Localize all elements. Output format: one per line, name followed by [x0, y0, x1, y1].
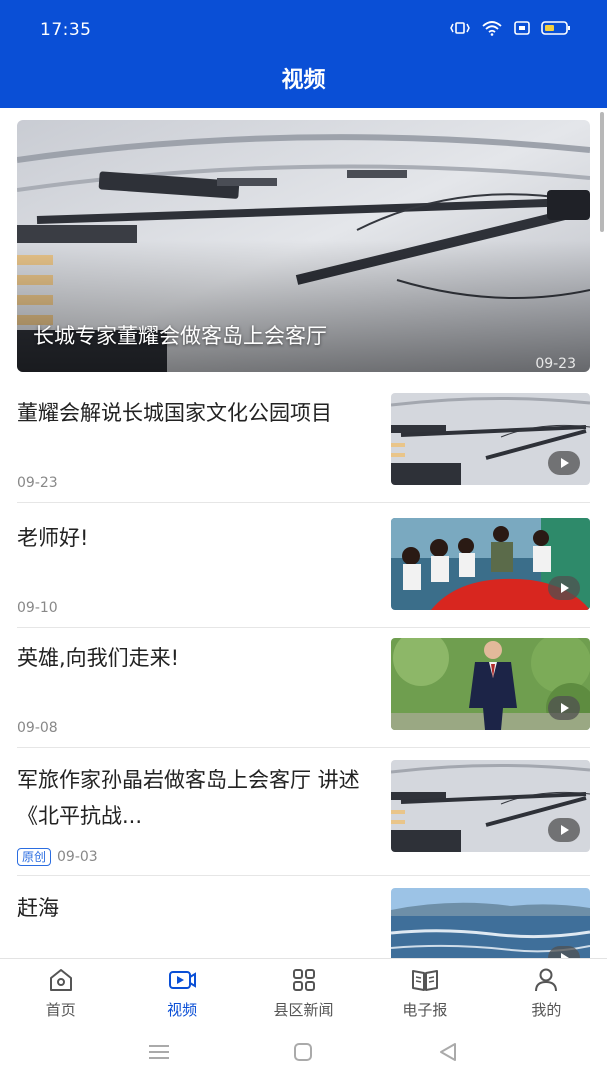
home-square-icon[interactable] — [288, 1040, 318, 1064]
play-icon — [548, 696, 580, 720]
vibrate-icon — [449, 20, 471, 36]
bottom-nav: 首页 视频 县区新闻 电子报 我的 — [0, 958, 607, 1030]
item-title: 英雄,向我们走来! — [17, 646, 180, 670]
item-date: 09-03 — [57, 849, 98, 865]
system-nav-bar — [0, 1030, 607, 1080]
item-title: 老师好! — [17, 526, 89, 550]
nav-mine[interactable]: 我的 — [486, 959, 607, 1030]
item-date: 09-10 — [17, 600, 58, 616]
app-header: 17:35 视频 — [0, 0, 607, 108]
grid-icon — [289, 965, 319, 995]
nav-county-news[interactable]: 县区新闻 — [243, 959, 364, 1030]
item-meta: 09-08 — [17, 720, 58, 736]
item-date: 09-08 — [17, 720, 58, 736]
wifi-icon — [481, 20, 503, 36]
list-item[interactable]: 老师好! 09-10 — [17, 508, 590, 628]
newspaper-icon — [410, 965, 440, 995]
item-meta: 09-10 — [17, 600, 58, 616]
nav-label: 县区新闻 — [273, 1001, 334, 1019]
play-icon — [548, 818, 580, 842]
nav-video[interactable]: 视频 — [121, 959, 242, 1030]
divider — [17, 502, 590, 503]
nav-label: 首页 — [45, 1001, 76, 1019]
user-icon — [531, 965, 561, 995]
nav-label: 电子报 — [402, 1001, 448, 1019]
original-badge: 原创 — [17, 848, 52, 866]
menu-icon[interactable] — [144, 1040, 174, 1064]
nav-e-paper[interactable]: 电子报 — [364, 959, 485, 1030]
item-title: 赶海 — [17, 896, 59, 920]
item-thumbnail[interactable] — [391, 638, 590, 730]
status-bar: 17:35 — [0, 0, 607, 56]
play-icon — [548, 451, 580, 475]
home-icon — [46, 965, 76, 995]
back-icon[interactable] — [433, 1040, 463, 1064]
item-thumbnail[interactable] — [391, 760, 590, 852]
sim-icon — [513, 20, 531, 36]
hero-video-card[interactable]: 长城专家董耀会做客岛上会客厅 09-23 — [17, 120, 590, 372]
video-feed[interactable]: 长城专家董耀会做客岛上会客厅 09-23 董耀会解说长城国家文化公园项目 09-… — [0, 108, 607, 958]
divider — [17, 747, 590, 748]
list-item[interactable]: 英雄,向我们走来! 09-08 — [17, 628, 590, 748]
item-title: 军旅作家孙晶岩做客岛上会客厅 讲述《北平抗战... — [17, 768, 360, 828]
hero-date: 09-23 — [535, 356, 576, 372]
nav-label: 视频 — [167, 1001, 198, 1019]
item-thumbnail[interactable] — [391, 518, 590, 610]
video-icon — [167, 965, 197, 995]
item-meta: 原创 09-03 — [17, 848, 98, 866]
list-item[interactable]: 军旅作家孙晶岩做客岛上会客厅 讲述《北平抗战... 原创 09-03 — [17, 750, 590, 876]
list-item[interactable]: 赶海 — [17, 878, 590, 958]
status-icons — [449, 20, 571, 36]
item-thumbnail[interactable] — [391, 393, 590, 485]
item-title: 董耀会解说长城国家文化公园项目 — [17, 401, 332, 425]
item-meta: 09-23 — [17, 475, 58, 491]
hero-caption: 长城专家董耀会做客岛上会客厅 — [33, 324, 327, 348]
status-time: 17:35 — [40, 20, 92, 40]
play-icon — [548, 576, 580, 600]
nav-home[interactable]: 首页 — [0, 959, 121, 1030]
scrollbar[interactable] — [600, 112, 604, 232]
item-date: 09-23 — [17, 475, 58, 491]
nav-label: 我的 — [531, 1001, 562, 1019]
list-item[interactable]: 董耀会解说长城国家文化公园项目 09-23 — [17, 383, 590, 503]
play-icon — [548, 946, 580, 958]
divider — [17, 875, 590, 876]
item-thumbnail[interactable] — [391, 888, 590, 958]
page-title: 视频 — [281, 68, 326, 93]
battery-icon — [541, 20, 571, 36]
